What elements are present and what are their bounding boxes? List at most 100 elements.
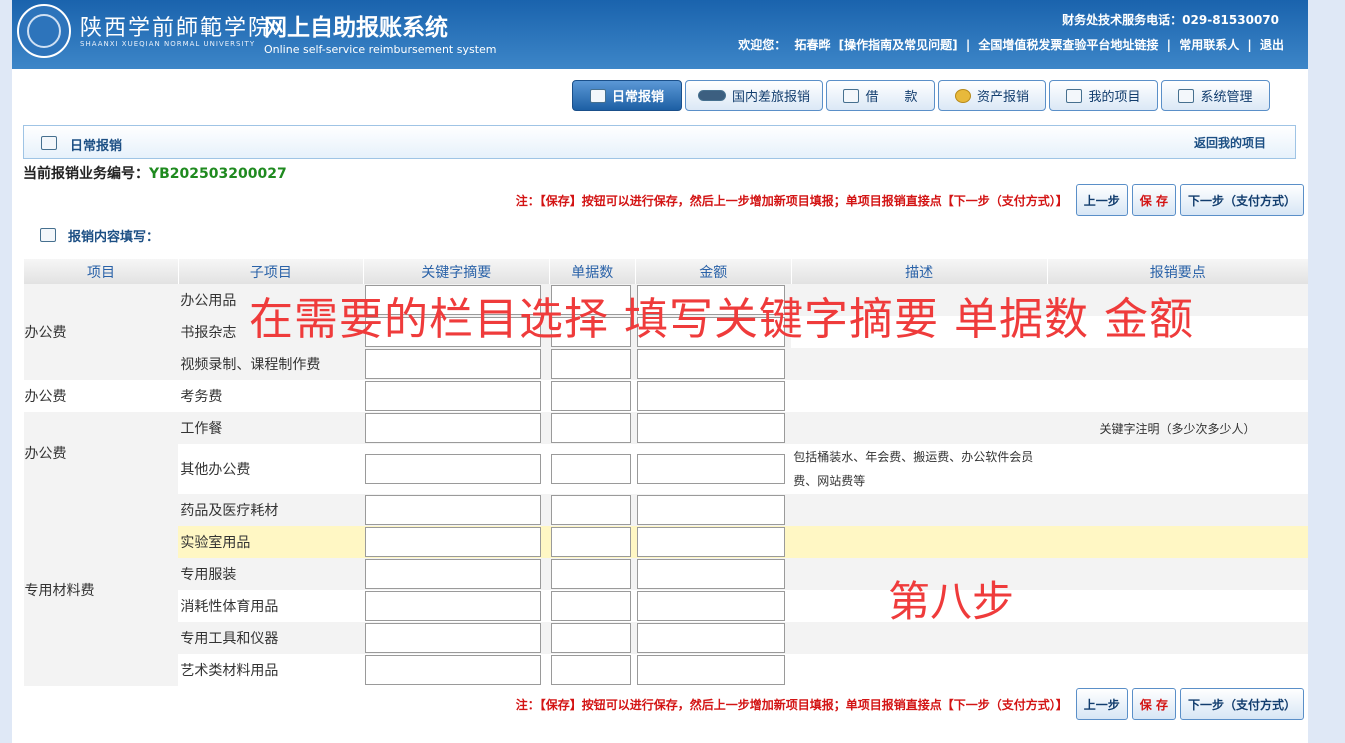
col-category: 项目 <box>23 259 179 284</box>
subitem-cell: 视频录制、课程制作费 <box>178 348 364 380</box>
table-row: 艺术类材料用品 <box>24 654 1308 686</box>
section-title: 报销内容填写： <box>68 230 160 245</box>
tab-system-admin[interactable]: 系统管理 <box>1161 80 1270 111</box>
keyword-input[interactable] <box>365 413 542 443</box>
table-row: 消耗性体育用品 <box>24 590 1308 622</box>
tab-asset-reimbursement[interactable]: 资产报销 <box>938 80 1046 111</box>
description-cell <box>791 412 1048 444</box>
col-subitem: 子项目 <box>177 259 364 284</box>
contacts-link[interactable]: 常用联系人 <box>1179 38 1239 52</box>
keyword-input[interactable] <box>365 495 542 525</box>
col-count: 单据数 <box>548 259 636 284</box>
count-input[interactable] <box>551 527 632 557</box>
description-cell <box>791 380 1048 412</box>
amount-input[interactable] <box>637 381 786 411</box>
tab-loan[interactable]: 借 款 <box>826 80 935 111</box>
next-button[interactable]: 下一步（支付方式） <box>1179 688 1304 720</box>
subitem-cell: 其他办公费 <box>178 444 364 494</box>
back-to-projects-link[interactable]: 返回我的项目 <box>1194 134 1266 151</box>
description-cell <box>791 494 1048 526</box>
table-row: 办公费 工作餐 关键字注明（多少次多少人） <box>23 412 1308 494</box>
save-button[interactable]: 保 存 <box>1131 184 1176 216</box>
business-number-label: 当前报销业务编号： <box>23 166 149 182</box>
university-en-name: SHAANXI XUEQIAN NORMAL UNIVERSITY <box>80 40 256 48</box>
amount-input[interactable] <box>637 349 786 379</box>
keyword-input[interactable] <box>365 591 542 621</box>
count-input[interactable] <box>551 623 632 653</box>
save-button[interactable]: 保 存 <box>1131 688 1176 720</box>
count-input[interactable] <box>551 413 632 443</box>
support-phone: 财务处技术服务电话：029-81530070 <box>1062 13 1279 27</box>
requirement-cell <box>1047 526 1308 558</box>
keyword-input[interactable] <box>365 454 542 484</box>
keyword-input[interactable] <box>365 655 542 685</box>
amount-input[interactable] <box>637 413 786 443</box>
system-en-title: Online self-service reimbursement system <box>264 43 497 56</box>
keyword-input[interactable] <box>365 559 542 589</box>
category-cell: 专用材料费 <box>23 494 179 686</box>
table-row: 视频录制、课程制作费 <box>24 348 1308 380</box>
prev-button[interactable]: 上一步 <box>1075 688 1128 720</box>
col-description: 描述 <box>790 259 1048 284</box>
subitem-cell: 专用服装 <box>178 558 364 590</box>
business-number: 当前报销业务编号：YB202503200027 <box>23 163 287 183</box>
keyword-input[interactable] <box>365 349 542 379</box>
system-title: 网上自助报账系统 <box>264 15 448 41</box>
prev-button[interactable]: 上一步 <box>1075 184 1128 216</box>
action-bar-top: 注：【保存】按钮可以进行保存，然后上一步增加新项目填报；单项目报销直接点【下一步… <box>516 184 1304 216</box>
count-input[interactable] <box>551 454 632 484</box>
panel-title: 日常报销 <box>70 139 123 154</box>
action-bar-bottom: 注：【保存】按钮可以进行保存，然后上一步增加新项目填报；单项目报销直接点【下一步… <box>516 688 1304 720</box>
count-input[interactable] <box>551 559 632 589</box>
col-requirements: 报销要点 <box>1046 259 1308 284</box>
amount-input[interactable] <box>637 655 786 685</box>
amount-input[interactable] <box>637 623 786 653</box>
page: 陕西学前師範学院 SHAANXI XUEQIAN NORMAL UNIVERSI… <box>12 0 1308 743</box>
description-cell <box>791 348 1048 380</box>
category-cell: 办公费 <box>23 284 179 380</box>
count-input[interactable] <box>551 495 632 525</box>
count-input[interactable] <box>551 349 632 379</box>
amount-input[interactable] <box>637 495 786 525</box>
table-row: 专用工具和仪器 <box>24 622 1308 654</box>
form-icon <box>40 228 56 242</box>
requirement-cell <box>1047 444 1308 494</box>
amount-input[interactable] <box>637 454 786 484</box>
guide-link[interactable]: [操作指南及常见问题] <box>839 38 958 52</box>
count-input[interactable] <box>551 591 632 621</box>
next-button[interactable]: 下一步（支付方式） <box>1179 184 1304 216</box>
keyword-input[interactable] <box>365 527 542 557</box>
count-input[interactable] <box>551 381 632 411</box>
save-note: 注：【保存】按钮可以进行保存，然后上一步增加新项目填报；单项目报销直接点【下一步… <box>515 193 1068 208</box>
save-note: 注：【保存】按钮可以进行保存，然后上一步增加新项目填报；单项目报销直接点【下一步… <box>515 697 1068 712</box>
amount-input[interactable] <box>637 591 786 621</box>
coin-icon <box>954 88 971 103</box>
monitor-icon <box>1178 88 1195 103</box>
panel-header: 日常报销 返回我的项目 <box>23 125 1296 159</box>
requirement-cell <box>1047 380 1308 412</box>
amount-input[interactable] <box>637 527 786 557</box>
welcome-label: 欢迎您： <box>738 38 787 52</box>
category-cell: 办公费 <box>23 380 179 412</box>
tab-daily-reimbursement[interactable]: 日常报销 <box>572 80 682 111</box>
header: 陕西学前師範学院 SHAANXI XUEQIAN NORMAL UNIVERSI… <box>12 0 1308 69</box>
requirement-cell <box>1047 654 1308 686</box>
main-nav: 日常报销 国内差旅报销 借 款 资产报销 我的项目 系统管理 <box>572 80 1270 111</box>
amount-input[interactable] <box>637 559 786 589</box>
requirement-cell <box>1047 622 1308 654</box>
logout-link[interactable]: 退出 <box>1260 38 1284 52</box>
table-row: 其他办公费 包括桶装水、年会费、搬运费、办公软件会员费、网站费等 <box>24 444 1308 494</box>
keyword-input[interactable] <box>365 623 542 653</box>
invoice-check-link[interactable]: 全国增值税发票查验平台地址链接 <box>978 38 1158 52</box>
category-cell: 办公费 <box>23 412 179 494</box>
subitem-cell: 艺术类材料用品 <box>178 654 364 686</box>
keyword-input[interactable] <box>365 381 542 411</box>
money-icon <box>843 88 860 103</box>
description-cell <box>791 654 1048 686</box>
form-icon <box>41 136 57 150</box>
description-cell: 包括桶装水、年会费、搬运费、办公软件会员费、网站费等 <box>791 444 1048 494</box>
count-input[interactable] <box>551 655 632 685</box>
tab-my-projects[interactable]: 我的项目 <box>1049 80 1158 111</box>
tab-domestic-travel[interactable]: 国内差旅报销 <box>685 80 823 111</box>
table-row: 专用服装 <box>24 558 1308 590</box>
